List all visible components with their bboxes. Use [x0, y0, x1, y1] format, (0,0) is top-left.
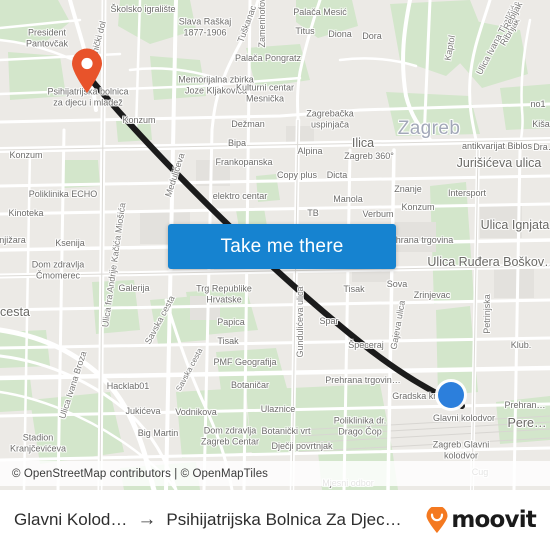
origin-marker-pin[interactable] [70, 47, 104, 93]
attribution-text[interactable]: © OpenStreetMap contributors | © OpenMap… [12, 468, 268, 480]
trip-destination-label: Psihijatrijska Bolnica Za Djecu I Ml… [166, 510, 409, 529]
moovit-logo[interactable]: moovit [425, 507, 537, 533]
trip-summary-bar: Glavni Kolod… → Psihijatrijska Bolnica Z… [0, 490, 550, 550]
arrow-right-icon: → [137, 509, 157, 530]
moovit-pin-icon [426, 507, 448, 533]
map-attribution-bar: © OpenStreetMap contributors | © OpenMap… [0, 461, 550, 486]
moovit-trip-map-screen: President Pantovčak Školsko igralište Slav… [0, 0, 550, 550]
moovit-wordmark: moovit [451, 507, 536, 533]
destination-marker-dot[interactable] [438, 382, 464, 408]
take-me-there-button[interactable]: Take me there [168, 224, 396, 269]
map-view[interactable]: President Pantovčak Školsko igralište Slav… [0, 0, 550, 490]
trip-origin-label: Glavni Kolod… [14, 510, 128, 529]
